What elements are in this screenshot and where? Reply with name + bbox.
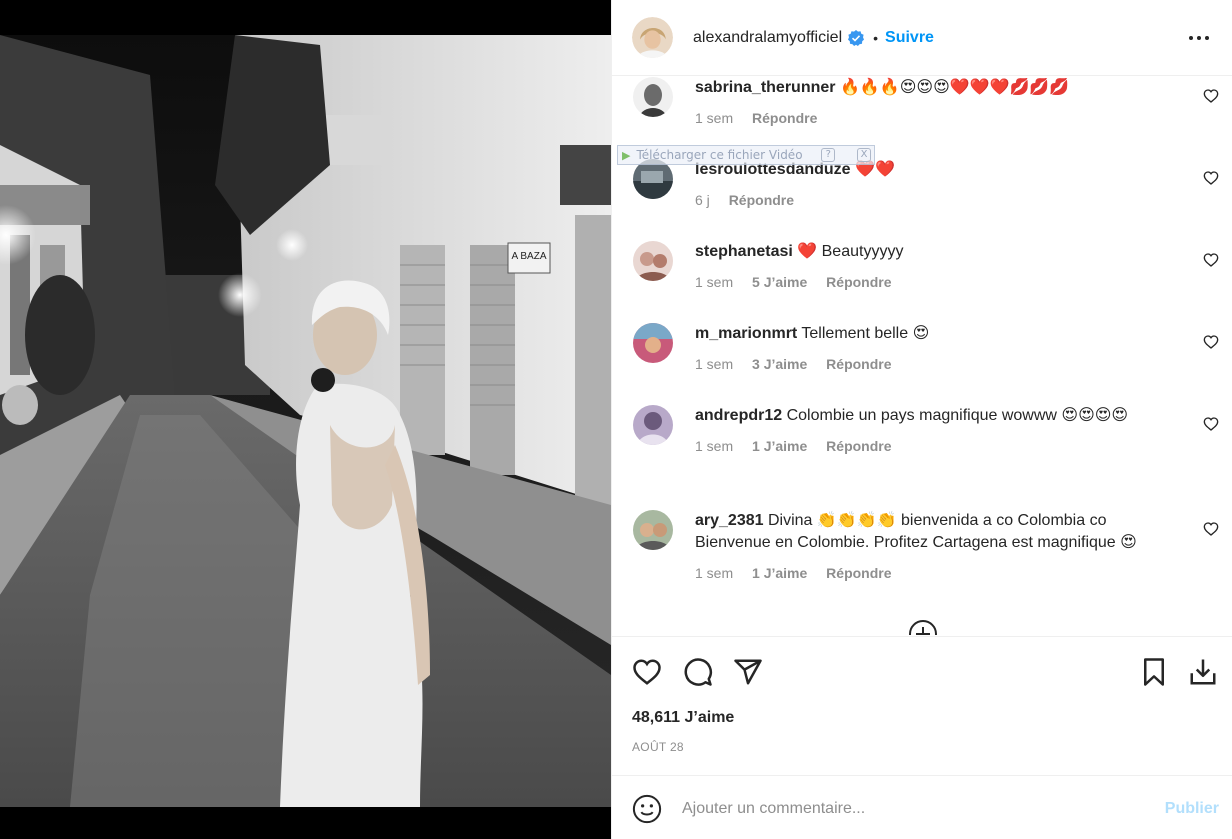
comment-bubble-icon[interactable] <box>683 657 713 687</box>
reply-button[interactable]: Répondre <box>826 356 891 372</box>
author-username[interactable]: alexandralamyofficiel <box>693 29 842 47</box>
header-separator: • <box>873 29 879 46</box>
comment-like-icon[interactable] <box>1203 416 1219 432</box>
comment-like-icon[interactable] <box>1203 170 1219 186</box>
commenter-avatar[interactable] <box>633 241 673 281</box>
comment-time[interactable]: 6 j <box>695 192 710 208</box>
comment-username[interactable]: sabrina_therunner <box>695 79 835 96</box>
commenter-avatar[interactable] <box>633 510 673 550</box>
comment-time[interactable]: 1 sem <box>695 356 733 372</box>
comment-likes-count[interactable]: 1 J’aime <box>752 565 807 581</box>
follow-button[interactable]: Suivre <box>885 29 934 47</box>
comment-like-icon[interactable] <box>1203 252 1219 268</box>
post-photo[interactable]: A BAZA <box>0 35 611 807</box>
share-send-icon[interactable] <box>733 657 763 687</box>
comment-username[interactable]: andrepdr12 <box>695 407 782 424</box>
download-video-label[interactable]: Télécharger ce fichier Vidéo <box>636 148 802 162</box>
reply-button[interactable]: Répondre <box>729 192 794 208</box>
commenter-avatar[interactable] <box>633 405 673 445</box>
post-side-panel: alexandralamyofficiel • Suivre sabrina_t… <box>611 0 1232 839</box>
load-more-comments-icon[interactable] <box>908 619 938 635</box>
download-icon[interactable] <box>1188 657 1218 687</box>
play-icon: ▶ <box>622 148 631 162</box>
comment-likes-count[interactable]: 5 J’aime <box>752 274 807 290</box>
comment-time[interactable]: 1 sem <box>695 438 733 454</box>
add-comment-bar: Publier <box>612 775 1232 839</box>
comment-text: 🔥🔥🔥😍😍😍❤️❤️❤️💋💋💋 <box>839 79 1070 96</box>
post-date: AOÛT 28 <box>632 740 684 754</box>
reply-button[interactable]: Répondre <box>826 274 891 290</box>
commenter-avatar[interactable] <box>633 77 673 117</box>
comment-likes-count[interactable]: 1 J’aime <box>752 438 807 454</box>
comment-like-icon[interactable] <box>1203 88 1219 104</box>
verified-badge-icon <box>848 29 865 46</box>
publish-button[interactable]: Publier <box>1165 800 1219 818</box>
commenter-avatar[interactable] <box>633 323 673 363</box>
like-heart-icon[interactable] <box>632 657 662 687</box>
comment-like-icon[interactable] <box>1203 521 1219 537</box>
comment-likes-count[interactable]: 3 J’aime <box>752 356 807 372</box>
comment-like-icon[interactable] <box>1203 334 1219 350</box>
reply-button[interactable]: Répondre <box>826 438 891 454</box>
help-icon[interactable]: ? <box>821 148 836 162</box>
commenter-avatar[interactable] <box>633 159 673 199</box>
comment-text: ❤️ Beautyyyyy <box>797 243 904 260</box>
comment-time[interactable]: 1 sem <box>695 110 733 126</box>
reply-button[interactable]: Répondre <box>826 565 891 581</box>
comment-time[interactable]: 1 sem <box>695 565 733 581</box>
reply-button[interactable]: Répondre <box>752 110 817 126</box>
photo-panel: A BAZA <box>0 0 611 839</box>
comment-username[interactable]: stephanetasi <box>695 243 793 260</box>
photo-street-sign: A BAZA <box>511 251 546 262</box>
post-header: alexandralamyofficiel • Suivre <box>612 0 1232 76</box>
comment-input[interactable] <box>682 794 1142 824</box>
comment-text: Colombie un pays magnifique wowww 😍😍😍😍 <box>786 407 1129 424</box>
comment-username[interactable]: m_marionmrt <box>695 325 797 342</box>
save-bookmark-icon[interactable] <box>1139 657 1169 687</box>
download-video-widget[interactable]: ▶ Télécharger ce fichier Vidéo ? X <box>617 145 875 165</box>
comment-time[interactable]: 1 sem <box>695 274 733 290</box>
close-icon[interactable]: X <box>857 148 871 162</box>
post-actions: 48,611 J’aime AOÛT 28 <box>612 636 1232 774</box>
instagram-post-modal: A BAZA alexandralamyofficiel • Suivre sa… <box>0 0 1232 839</box>
post-likes-count[interactable]: 48,611 J’aime <box>632 709 734 727</box>
author-avatar[interactable] <box>632 17 673 58</box>
comment-username[interactable]: ary_2381 <box>695 512 764 529</box>
emoji-smiley-icon[interactable] <box>632 794 662 824</box>
more-options-icon[interactable] <box>1187 28 1211 48</box>
comment-text: Tellement belle 😍 <box>801 325 930 342</box>
